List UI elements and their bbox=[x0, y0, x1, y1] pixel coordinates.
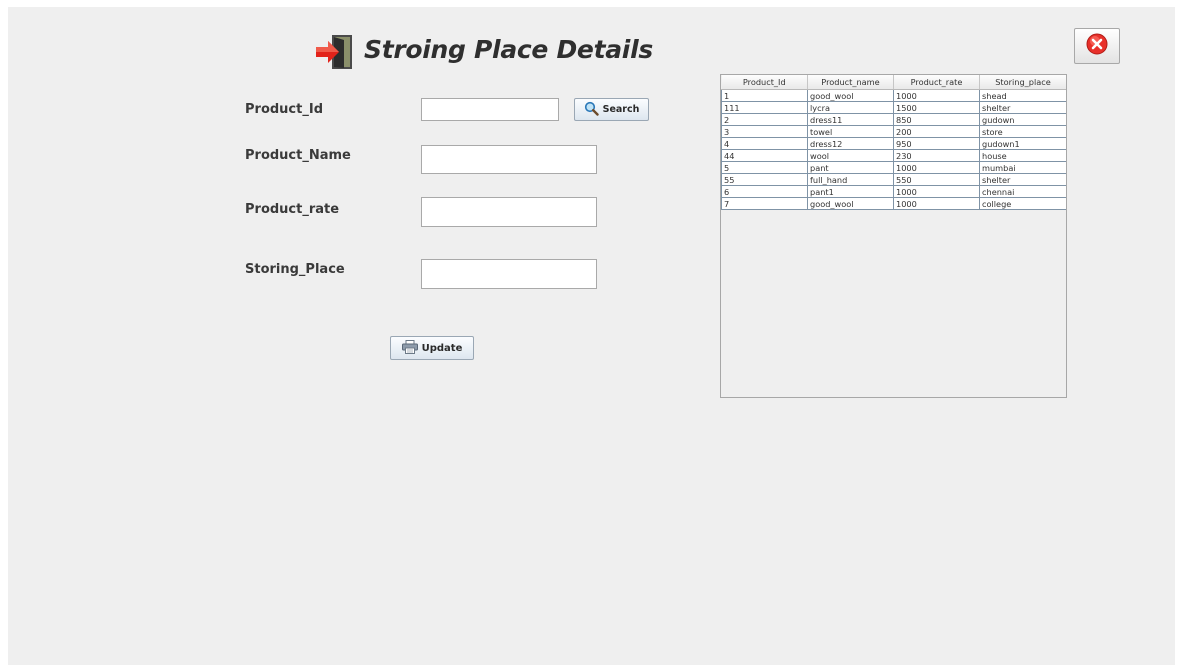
update-button-label: Update bbox=[421, 342, 463, 354]
table-cell[interactable]: gudown bbox=[979, 113, 1066, 126]
table-row[interactable]: 55 full_hand 550 shelter bbox=[721, 173, 1066, 186]
table-cell[interactable]: pant1 bbox=[807, 185, 894, 198]
product-id-label: Product_Id bbox=[245, 102, 323, 117]
table-cell[interactable]: mumbai bbox=[979, 161, 1066, 174]
product-name-label: Product_Name bbox=[245, 148, 351, 163]
column-header-product-name[interactable]: Product_name bbox=[807, 75, 894, 90]
table-cell[interactable]: 1000 bbox=[893, 197, 980, 210]
product-rate-input[interactable] bbox=[421, 197, 597, 227]
table-cell[interactable]: 111 bbox=[721, 101, 808, 114]
table-row[interactable]: 2 dress11 850 gudown bbox=[721, 113, 1066, 126]
table-cell[interactable]: 1000 bbox=[893, 185, 980, 198]
table-row[interactable]: 1 good_wool 1000 shead bbox=[721, 89, 1066, 102]
table-cell[interactable]: dress12 bbox=[807, 137, 894, 150]
storing-place-label: Storing_Place bbox=[245, 262, 345, 277]
table-cell[interactable]: 1 bbox=[721, 89, 808, 102]
table-cell[interactable]: good_wool bbox=[807, 89, 894, 102]
table-cell[interactable]: 6 bbox=[721, 185, 808, 198]
table-row[interactable]: 6 pant1 1000 chennai bbox=[721, 185, 1066, 198]
product-table: Product_Id Product_name Product_rate Sto… bbox=[721, 75, 1066, 210]
search-button[interactable]: Search bbox=[574, 98, 649, 121]
table-cell[interactable]: 1000 bbox=[893, 161, 980, 174]
table-cell[interactable]: full_hand bbox=[807, 173, 894, 186]
table-cell[interactable]: house bbox=[979, 149, 1066, 162]
table-cell[interactable]: gudown1 bbox=[979, 137, 1066, 150]
product-name-input[interactable] bbox=[421, 145, 597, 174]
exit-door-icon bbox=[314, 34, 358, 70]
table-cell[interactable]: shead bbox=[979, 89, 1066, 102]
table-cell[interactable]: 1000 bbox=[893, 89, 980, 102]
table-cell[interactable]: chennai bbox=[979, 185, 1066, 198]
update-button[interactable]: Update bbox=[390, 336, 474, 360]
table-cell[interactable]: 44 bbox=[721, 149, 808, 162]
table-cell[interactable]: 550 bbox=[893, 173, 980, 186]
search-button-label: Search bbox=[602, 104, 640, 115]
table-cell[interactable]: 3 bbox=[721, 125, 808, 138]
table-cell[interactable]: towel bbox=[807, 125, 894, 138]
column-header-product-id[interactable]: Product_Id bbox=[721, 75, 808, 90]
main-window: Stroing Place Details Product_Id Search … bbox=[8, 7, 1175, 665]
table-cell[interactable]: store bbox=[979, 125, 1066, 138]
table-cell[interactable]: wool bbox=[807, 149, 894, 162]
table-cell[interactable]: 230 bbox=[893, 149, 980, 162]
column-header-storing-place[interactable]: Storing_place bbox=[979, 75, 1066, 90]
table-cell[interactable]: 55 bbox=[721, 173, 808, 186]
table-cell[interactable]: pant bbox=[807, 161, 894, 174]
close-button[interactable] bbox=[1074, 28, 1120, 64]
table-cell[interactable]: lycra bbox=[807, 101, 894, 114]
table-row[interactable]: 44 wool 230 house bbox=[721, 149, 1066, 162]
table-cell[interactable]: 950 bbox=[893, 137, 980, 150]
search-icon bbox=[584, 101, 599, 119]
table-header-row: Product_Id Product_name Product_rate Sto… bbox=[721, 75, 1066, 90]
printer-icon bbox=[401, 339, 418, 357]
product-rate-label: Product_rate bbox=[245, 202, 340, 217]
table-row[interactable]: 7 good_wool 1000 college bbox=[721, 197, 1066, 210]
table-cell[interactable]: 200 bbox=[893, 125, 980, 138]
table-cell[interactable]: good_wool bbox=[807, 197, 894, 210]
storing-place-input[interactable] bbox=[421, 259, 597, 289]
table-cell[interactable]: 1500 bbox=[893, 101, 980, 114]
column-header-product-rate[interactable]: Product_rate bbox=[893, 75, 980, 90]
table-row[interactable]: 3 towel 200 store bbox=[721, 125, 1066, 138]
table-row[interactable]: 4 dress12 950 gudown1 bbox=[721, 137, 1066, 150]
table-cell[interactable]: college bbox=[979, 197, 1066, 210]
table-cell[interactable]: 2 bbox=[721, 113, 808, 126]
table-cell[interactable]: shelter bbox=[979, 101, 1066, 114]
table-row[interactable]: 5 pant 1000 mumbai bbox=[721, 161, 1066, 174]
close-icon bbox=[1086, 33, 1108, 59]
table-cell[interactable]: 5 bbox=[721, 161, 808, 174]
table-row[interactable]: 111 lycra 1500 shelter bbox=[721, 101, 1066, 114]
table-cell[interactable]: 7 bbox=[721, 197, 808, 210]
table-cell[interactable]: 850 bbox=[893, 113, 980, 126]
table-cell[interactable]: dress11 bbox=[807, 113, 894, 126]
table-cell[interactable]: 4 bbox=[721, 137, 808, 150]
table-cell[interactable]: shelter bbox=[979, 173, 1066, 186]
page-title: Stroing Place Details bbox=[364, 35, 653, 64]
product-id-input[interactable] bbox=[421, 98, 559, 121]
product-table-panel[interactable]: Product_Id Product_name Product_rate Sto… bbox=[720, 74, 1067, 398]
